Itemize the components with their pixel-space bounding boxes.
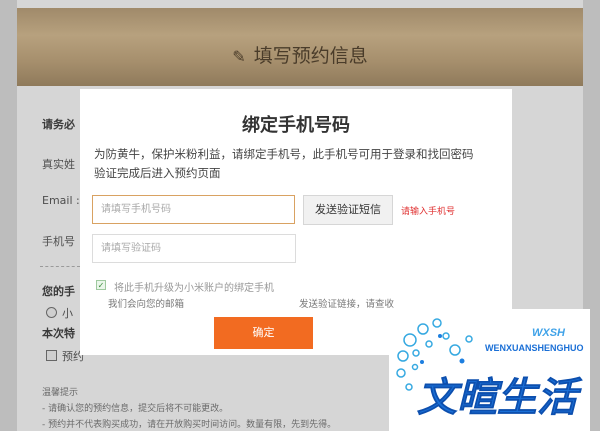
email-notice-part-1: 我们会向您的邮箱 <box>108 299 185 310</box>
watermark-romanized: WENXUANSHENGHUO <box>485 343 584 353</box>
email-field-label: Email : <box>42 194 80 207</box>
pencil-icon: ✎ <box>232 47 246 66</box>
section-title: 请务必 <box>42 118 75 131</box>
modal-description-line-1: 为防黄牛，保护米粉利益，请绑定手机号，此手机号可用于登录和找回密码 <box>94 147 474 161</box>
tips-title: 温馨提示 <box>42 388 79 398</box>
phone-option-radio[interactable] <box>46 307 57 318</box>
tip-2: - 预约并不代表购买成功，请在开放购买时间访问。数量有限，先到先得。 <box>42 420 337 430</box>
name-field-label: 真实姓 <box>42 158 75 171</box>
page-title: ✎ 填写预约信息 <box>232 45 368 67</box>
email-notice-part-2: 发送验证链接，请查收 <box>299 299 395 310</box>
phone-error-message: 请输入手机号 <box>401 207 456 217</box>
phone-field-label: 手机号 <box>42 235 75 248</box>
upgrade-account-checkbox[interactable]: ✓ <box>96 280 106 290</box>
watermark-logo: WXSH WENXUANSHENGHUO 文暄生活 <box>396 318 584 421</box>
modal-description: 为防黄牛，保护米粉利益，请绑定手机号，此手机号可用于登录和找回密码 验证完成后进… <box>94 145 504 183</box>
modal-title: 绑定手机号码 <box>242 115 350 136</box>
tip-1: - 请确认您的预约信息，提交后将不可能更改。 <box>42 404 229 414</box>
phone-option-label: 小 <box>62 307 73 320</box>
special-label: 本次特 <box>42 327 75 340</box>
watermark-abbr: WXSH <box>532 327 566 339</box>
send-code-button[interactable]: 发送验证短信 <box>303 195 393 225</box>
upgrade-account-label: 将此手机升级为小米账户的绑定手机 <box>114 283 274 294</box>
verification-code-input[interactable] <box>92 234 296 263</box>
reserve-checkbox[interactable] <box>46 350 57 361</box>
confirm-button[interactable]: 确定 <box>214 317 313 349</box>
phone-input[interactable] <box>92 195 295 224</box>
modal-description-line-2: 验证完成后进入预约页面 <box>94 166 221 180</box>
divider <box>40 266 80 267</box>
check-icon: ✓ <box>97 281 105 290</box>
phone-prompt-label: 您的手 <box>42 285 75 298</box>
watermark-brand-text: 文暄生活 <box>417 375 583 421</box>
page-header: ✎ 填写预约信息 <box>17 8 583 86</box>
